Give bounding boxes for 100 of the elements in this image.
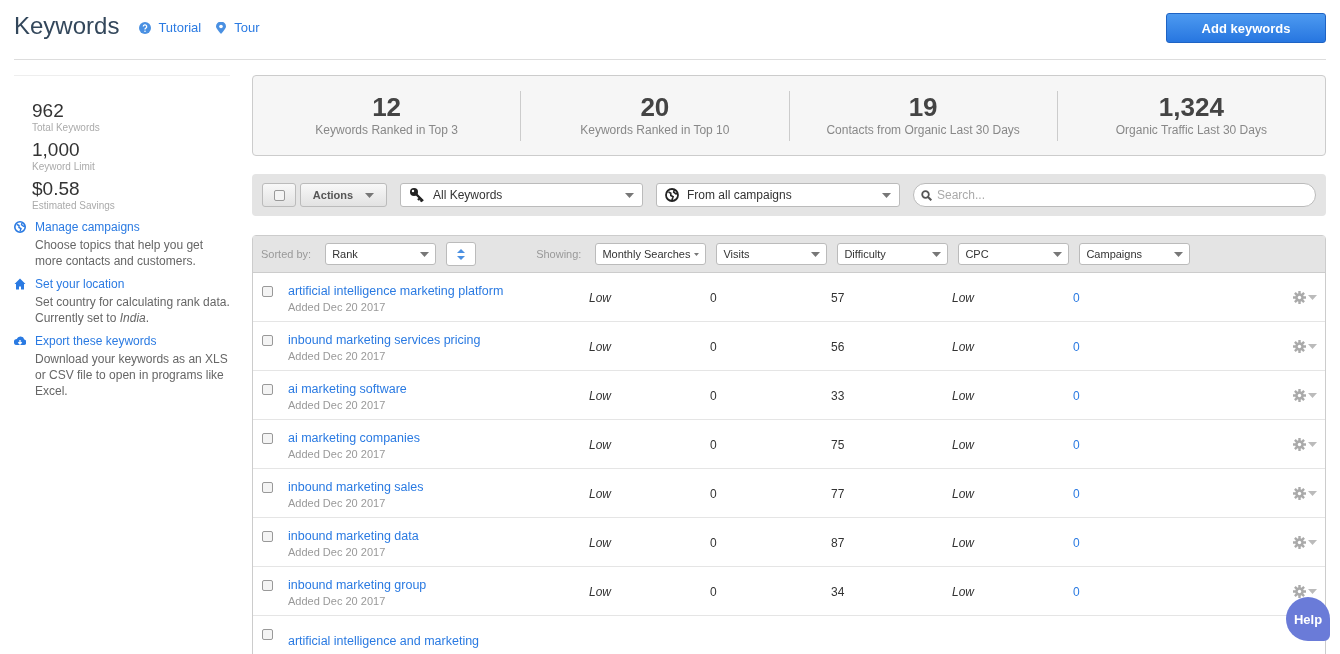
- home-icon: [14, 278, 26, 290]
- stat-value: $0.58: [32, 178, 81, 200]
- keyword-link[interactable]: inbound marketing data: [288, 529, 419, 543]
- row-settings-button[interactable]: [1293, 339, 1317, 353]
- sidebar-link[interactable]: Export these keywords: [14, 331, 230, 351]
- globe-icon: [665, 188, 679, 202]
- caret-icon: [625, 192, 634, 198]
- table-cell-text: Low: [589, 585, 613, 599]
- table-cell-text: 77: [831, 487, 846, 501]
- summary-value: 20: [639, 90, 671, 123]
- summary-value: 1,324: [1157, 90, 1225, 123]
- row-checkbox[interactable]: [262, 334, 273, 346]
- select-all-checkbox[interactable]: [273, 189, 285, 201]
- column-dropdown[interactable]: Difficulty: [837, 243, 949, 265]
- table-cell-text: 0: [1073, 536, 1081, 550]
- stat-label: Total Keywords: [32, 122, 101, 133]
- row-checkbox[interactable]: [262, 285, 273, 297]
- caret-icon: [1308, 490, 1317, 496]
- stat-value: 962: [32, 100, 65, 122]
- table-cell-text: 0: [710, 389, 718, 403]
- table-cell-text: 0: [1073, 389, 1081, 403]
- sorted-by-label: Sorted by:: [261, 248, 312, 260]
- header-link[interactable]: Tour: [215, 20, 260, 35]
- caret-icon: [1308, 343, 1317, 349]
- keyword-link[interactable]: ai marketing software: [288, 382, 407, 396]
- table-cell-text: 0: [710, 536, 718, 550]
- table-cell-text: 87: [831, 536, 846, 550]
- keyword-link[interactable]: ai marketing companies: [288, 431, 420, 445]
- column-dropdown[interactable]: Campaigns: [1079, 243, 1191, 265]
- table-cell-text: Low: [952, 291, 976, 305]
- summary-value: 12: [371, 90, 403, 123]
- row-checkbox[interactable]: [262, 383, 273, 395]
- table-cell-text: 75: [831, 438, 846, 452]
- stat-value: 1,000: [32, 139, 81, 161]
- table-cell-text: 0: [710, 291, 718, 305]
- gear-icon: [1293, 388, 1306, 402]
- search-field[interactable]: Search...: [913, 183, 1316, 207]
- caret-icon: [1053, 251, 1063, 257]
- map-pin-icon: [215, 21, 228, 34]
- summary-label: Contacts from Organic Last 30 Days: [825, 122, 1021, 137]
- caret-icon: [1308, 588, 1317, 594]
- column-dropdown[interactable]: Monthly Searches: [595, 243, 707, 265]
- caret-icon: [420, 251, 430, 257]
- gear-icon: [1293, 437, 1306, 451]
- table-cell-text: Low: [952, 340, 976, 354]
- table-cell-text: Low: [952, 536, 976, 550]
- added-date: Added Dec 20 2017: [288, 497, 387, 509]
- keyword-link[interactable]: artificial intelligence marketing platform: [288, 284, 504, 298]
- caret-icon: [365, 192, 375, 198]
- keyword-link[interactable]: inbound marketing services pricing: [288, 333, 481, 347]
- page-title: Keywords: [14, 11, 120, 40]
- column-dropdown[interactable]: Visits: [716, 243, 828, 265]
- keyword-link[interactable]: inbound marketing group: [288, 578, 427, 592]
- row-settings-button[interactable]: [1293, 290, 1317, 304]
- keyword-filter-dropdown[interactable]: All Keywords: [400, 183, 643, 207]
- column-dropdown[interactable]: CPC: [958, 243, 1070, 265]
- campaign-filter-dropdown[interactable]: From all campaigns: [656, 183, 900, 207]
- key-icon: [409, 187, 425, 203]
- table-cell-text: Low: [589, 536, 613, 550]
- sidebar-link[interactable]: Set your location: [14, 274, 230, 294]
- table-cell-text: 0: [1073, 340, 1081, 354]
- help-button[interactable]: Help: [1286, 597, 1330, 641]
- caret-icon: [1308, 441, 1317, 447]
- gear-icon: [1293, 339, 1306, 353]
- table-cell-text: 57: [831, 291, 846, 305]
- keyword-link[interactable]: artificial intelligence and marketing: [288, 634, 480, 648]
- table-cell-text: 34: [831, 585, 846, 599]
- actions-button[interactable]: Actions: [300, 183, 387, 207]
- table-cell-text: Low: [589, 389, 613, 403]
- caret-icon: [1308, 294, 1317, 300]
- select-all-button[interactable]: [262, 183, 296, 207]
- row-checkbox[interactable]: [262, 628, 273, 640]
- table-cell-text: Low: [589, 487, 613, 501]
- table-cell-text: Low: [952, 389, 976, 403]
- row-settings-button[interactable]: [1293, 584, 1317, 598]
- added-date: Added Dec 20 2017: [288, 399, 387, 411]
- row-checkbox[interactable]: [262, 432, 273, 444]
- sort-direction-button[interactable]: [446, 242, 477, 266]
- added-date: Added Dec 20 2017: [288, 546, 387, 558]
- row-checkbox[interactable]: [262, 481, 273, 493]
- row-checkbox[interactable]: [262, 579, 273, 591]
- header-link[interactable]: Tutorial: [139, 20, 202, 35]
- row-checkbox[interactable]: [262, 530, 273, 542]
- keyword-link[interactable]: inbound marketing sales: [288, 480, 424, 494]
- table-cell-text: Low: [589, 438, 613, 452]
- row-settings-button[interactable]: [1293, 486, 1317, 500]
- question-icon: [139, 21, 152, 34]
- table-cell-text: 0: [710, 487, 718, 501]
- globe-icon: [14, 221, 26, 233]
- table-cell-text: Low: [589, 340, 613, 354]
- sort-dropdown[interactable]: Rank: [325, 243, 437, 265]
- sidebar-link[interactable]: Manage campaigns: [14, 217, 230, 237]
- gear-icon: [1293, 486, 1306, 500]
- add-keywords-button[interactable]: Add keywords: [1166, 13, 1326, 43]
- table-cell-text: 56: [831, 340, 846, 354]
- gear-icon: [1293, 290, 1306, 304]
- row-settings-button[interactable]: [1293, 388, 1317, 402]
- row-settings-button[interactable]: [1293, 535, 1317, 549]
- row-settings-button[interactable]: [1293, 437, 1317, 451]
- table-cell-text: 0: [1073, 291, 1081, 305]
